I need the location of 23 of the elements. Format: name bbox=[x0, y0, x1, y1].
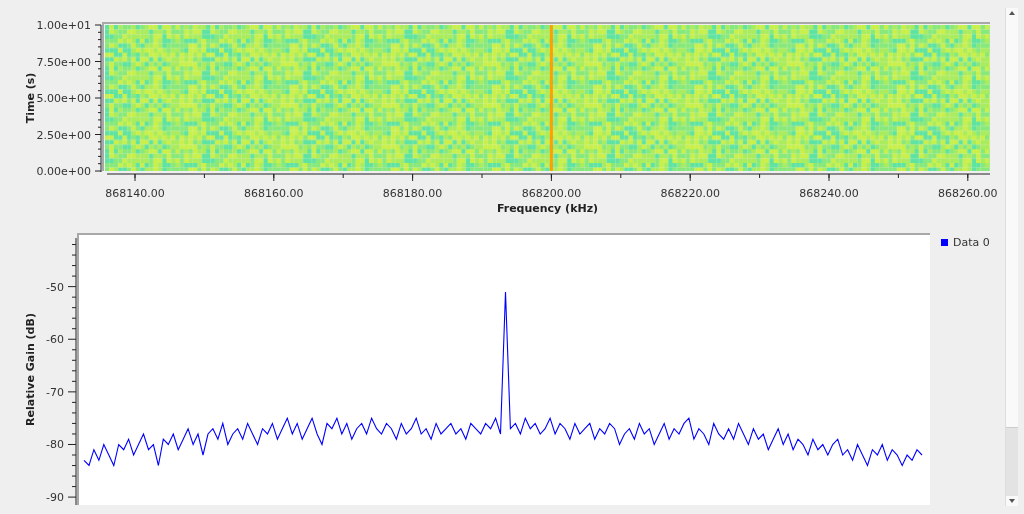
axis-title: Frequency (kHz) bbox=[496, 202, 599, 215]
tick-label: -60 bbox=[46, 333, 64, 347]
tick-label: -70 bbox=[46, 385, 64, 399]
tick-label: 1.00e+01 bbox=[36, 19, 91, 32]
tick-label: 5.00e+00 bbox=[36, 92, 91, 105]
tick-label: -50 bbox=[46, 280, 64, 294]
tick-label: 868260.00 bbox=[938, 187, 998, 200]
scrollbar[interactable] bbox=[1005, 8, 1018, 506]
tick-label: 868200.00 bbox=[521, 187, 582, 200]
tick-label: 0.00e+00 bbox=[36, 165, 91, 178]
tick-label: 2.50e+00 bbox=[36, 128, 91, 142]
tick-label: 868240.00 bbox=[799, 187, 859, 200]
axis-title: Time (s) bbox=[24, 72, 37, 124]
tick-label: 868140.00 bbox=[105, 187, 165, 200]
tick-label: 7.50e+00 bbox=[36, 55, 91, 69]
tick-label: 868160.00 bbox=[244, 187, 304, 200]
tick-label: 868180.00 bbox=[382, 187, 443, 200]
legend-label: Data 0 bbox=[953, 236, 990, 249]
scrollbar-thumb[interactable] bbox=[1006, 427, 1018, 496]
tick-label: -90 bbox=[46, 491, 64, 505]
tick-label: 868220.00 bbox=[660, 187, 720, 200]
axis-title: Relative Gain (dB) bbox=[24, 313, 37, 426]
tick-label: -80 bbox=[46, 438, 64, 452]
